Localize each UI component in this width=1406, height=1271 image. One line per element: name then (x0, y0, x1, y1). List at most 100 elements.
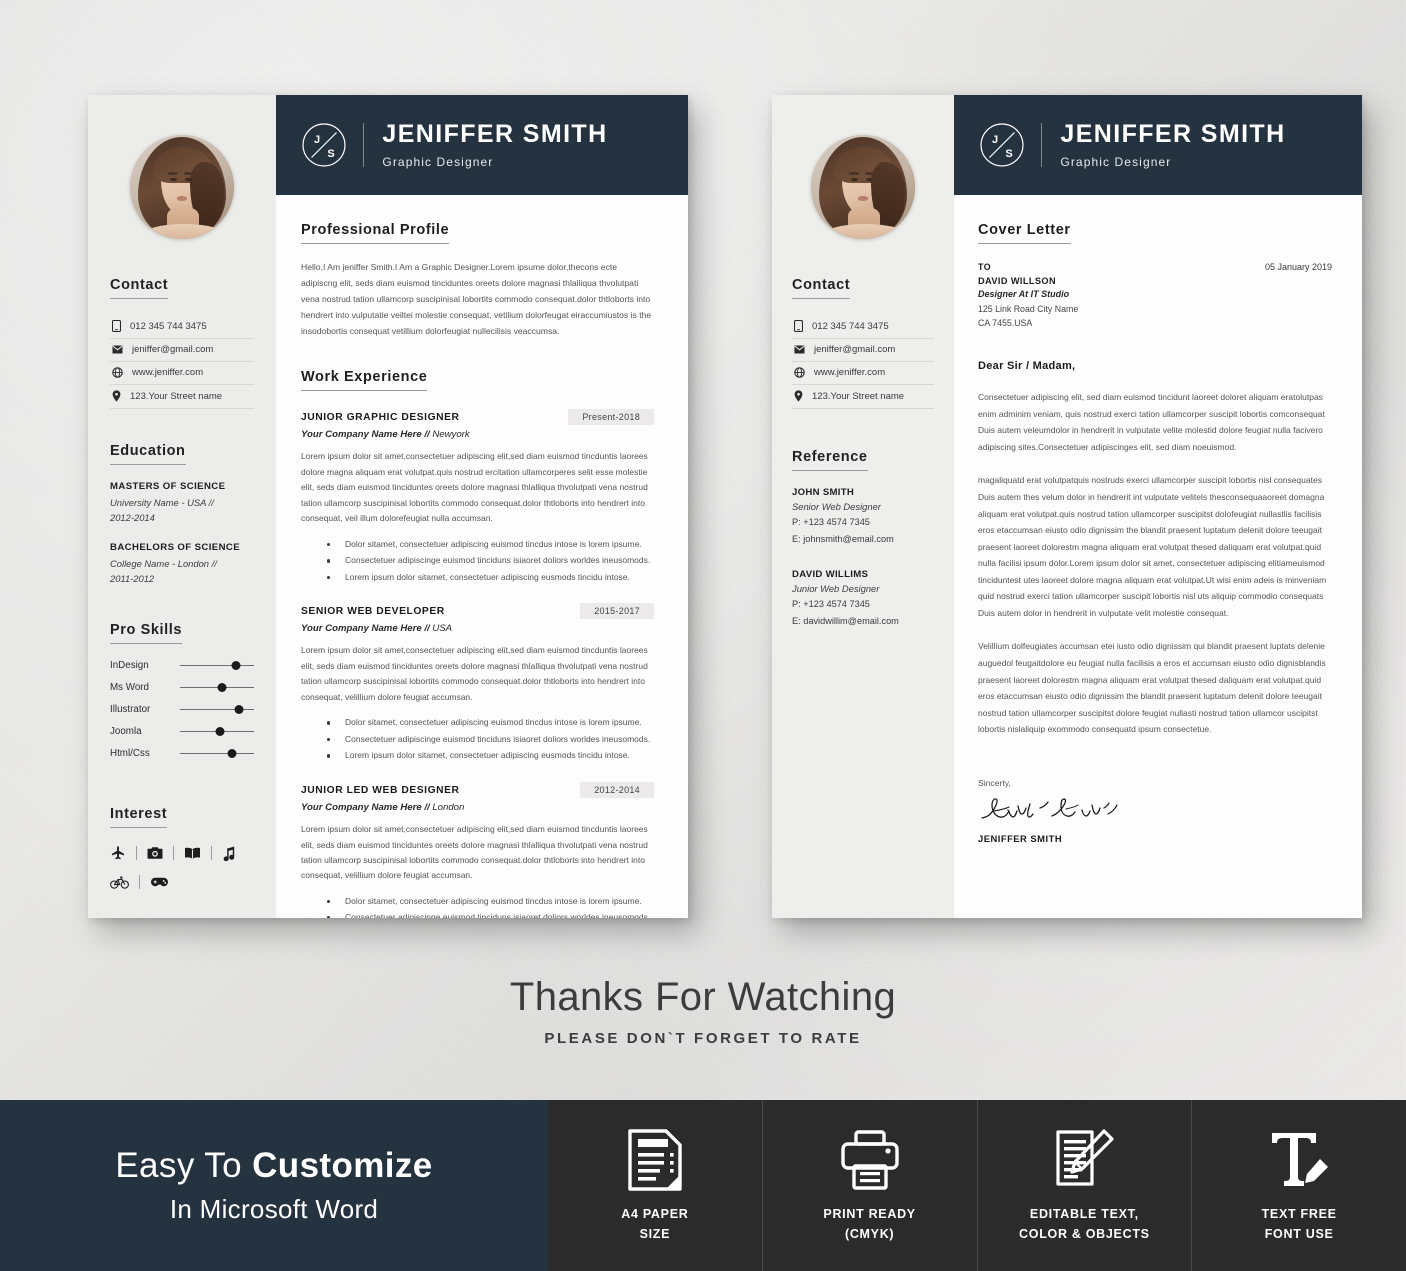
reference-phone: P: +123 4574 7345 (792, 598, 870, 609)
profile-text: Hello,I Am jeniffer Smith.I Am a Graphic… (301, 262, 652, 336)
job-bullet: Dolor sitamet, consectetuer adipiscing e… (327, 893, 654, 910)
contact-list: 012 345 744 3475 jeniffer@gmail.com www.… (792, 315, 934, 409)
letter-paragraph: magaliquatd erat volutpatquis nostruds e… (978, 475, 1327, 618)
contact-text-phone: 012 345 744 3475 (812, 320, 889, 332)
skill-slider[interactable] (180, 726, 254, 737)
monogram-logo-icon: J S (980, 123, 1024, 167)
work-section-heading: Work Experience (301, 369, 428, 392)
thanks-subtitle: PLEASE DON`T FORGET TO RATE (544, 1030, 862, 1047)
feature-editable-text: EDITABLE TEXT, COLOR & OBJECTS (978, 1100, 1193, 1271)
contact-row-email: jeniffer@gmail.com (110, 339, 254, 362)
cover-letter-page: Contact 012 345 744 3475 jeniffer@gmail.… (772, 95, 1362, 918)
airplane-icon (111, 846, 125, 860)
skills-heading: Pro Skills (110, 622, 183, 645)
education-item: BACHELORS OF SCIENCE College Name - Lond… (110, 541, 254, 587)
svg-text:J: J (992, 134, 998, 146)
reference-heading: Reference (792, 449, 868, 471)
text-free-font-icon (1272, 1132, 1329, 1186)
skill-label: Joomla (110, 726, 142, 738)
feature-label: EDITABLE TEXT, COLOR & OBJECTS (1019, 1206, 1150, 1241)
signer-name: JENIFFER SMITH (978, 832, 1063, 844)
education-item: MASTERS OF SCIENCE University Name - USA… (110, 480, 254, 526)
profile-photo-wrapper (772, 95, 954, 239)
svg-text:S: S (327, 148, 334, 160)
recipient-role: Designer At IT Studio (978, 289, 1070, 299)
education-degree: MASTERS OF SCIENCE (110, 481, 226, 492)
job-title: SENIOR WEB DEVELOPER (301, 605, 445, 617)
job-company: Your Company Name Here // London (301, 802, 465, 814)
handwritten-signature-icon (981, 798, 1118, 819)
monogram-logo-icon: J S (302, 123, 346, 167)
reference-list: JOHN SMITH Senior Web Designer P: +123 4… (792, 487, 934, 628)
contact-list: 012 345 744 3475 jeniffer@gmail.com www.… (110, 315, 254, 409)
contact-row-address: 123.Your Street name (110, 385, 254, 409)
feature-text-free-font: TEXT FREE FONT USE (1192, 1100, 1406, 1271)
globe-icon (112, 367, 123, 378)
thanks-block: Thanks For Watching PLEASE DON`T FORGET … (0, 975, 1406, 1047)
interest-heading: Interest (110, 806, 168, 829)
reference-item: JOHN SMITH Senior Web Designer P: +123 4… (792, 487, 934, 547)
music-note-icon (223, 846, 235, 861)
feature-cells: A4 PAPER SIZE PRINT READY (CMYK) EDITABL… (548, 1100, 1406, 1271)
envelope-icon (112, 345, 123, 354)
feature-label: A4 PAPER SIZE (621, 1206, 689, 1241)
camera-icon (147, 847, 163, 859)
contact-text-address: 123.Your Street name (130, 390, 223, 402)
job-title: JUNIOR GRAPHIC DESIGNER (301, 411, 460, 423)
svg-text:S: S (1005, 148, 1012, 160)
education-list: MASTERS OF SCIENCE University Name - USA… (110, 480, 254, 586)
feature-label: TEXT FREE FONT USE (1261, 1206, 1337, 1241)
skill-slider[interactable] (180, 682, 254, 693)
contact-row-address: 123.Your Street name (792, 385, 934, 409)
salutation: Dear Sir / Madam, (978, 360, 1076, 373)
contact-row-website: www.jeniffer.com (792, 362, 934, 385)
interest-icon-group (110, 845, 254, 890)
job-bullet: Dolor sitamet, consectetuer adipiscing e… (327, 536, 654, 553)
header-divider (363, 123, 365, 167)
cover-letter-header-bar: J S JENIFFER SMITH Graphic Designer (954, 95, 1362, 195)
job-description: Lorem ipsum dolor sit amet,consectetuer … (301, 824, 648, 881)
skill-row: Joomla (110, 726, 254, 737)
job-entry: JUNIOR LED WEB DESIGNER 2012-2014 Your C… (301, 782, 654, 918)
skill-slider[interactable] (180, 748, 254, 759)
letter-paragraph: Velillium dolfeugiates accumsan etei ius… (978, 641, 1326, 735)
feature-print-ready: PRINT READY (CMYK) (763, 1100, 978, 1271)
reference-email: E: davidwillim@email.com (792, 616, 899, 627)
profile-photo-wrapper (88, 95, 276, 239)
job-entry: SENIOR WEB DEVELOPER 2015-2017 Your Comp… (301, 603, 654, 764)
contact-heading: Contact (792, 277, 851, 299)
skill-label: Ms Word (110, 682, 150, 694)
letter-date: 05 January 2019 (1264, 262, 1332, 272)
reference-name: DAVID WILLIMS (792, 568, 869, 580)
job-bullet: Lorem ipsum dolor sitamet, consectetuer … (327, 747, 654, 764)
phone-icon (794, 320, 803, 332)
job-company: Your Company Name Here // Newyork (301, 429, 470, 441)
signoff: Sincerty, (978, 777, 1011, 788)
contact-text-email: jeniffer@gmail.com (132, 344, 214, 355)
resume-page: Contact 012 345 744 3475 jeniffer@gmail.… (88, 95, 688, 918)
skill-slider[interactable] (180, 704, 254, 715)
job-bullet: Consectetuer adipiscinge euismod tincidu… (327, 909, 654, 918)
reference-role: Junior Web Designer (792, 582, 880, 594)
printer-icon (840, 1129, 899, 1190)
page-title: JENIFFER SMITH (1060, 120, 1286, 149)
svg-text:J: J (314, 134, 320, 146)
contact-text-address: 123.Your Street name (812, 390, 905, 402)
education-heading: Education (110, 443, 186, 465)
job-company: Your Company Name Here // USA (301, 623, 453, 635)
job-date-badge: 2012-2014 (580, 782, 654, 799)
skill-row: InDesign (110, 660, 254, 671)
interest-row (110, 875, 254, 890)
contact-row-phone: 012 345 744 3475 (110, 315, 254, 339)
book-icon (185, 847, 200, 859)
skills-list: InDesign Ms Word Illustrator Joomla Html… (110, 660, 254, 759)
interest-row (110, 845, 254, 861)
reference-email: E: johnsmith@email.com (792, 534, 894, 545)
job-bullet: Dolor sitamet, consectetuer adipiscing e… (327, 714, 654, 731)
education-degree: BACHELORS OF SCIENCE (110, 541, 241, 553)
reference-item: DAVID WILLIMS Junior Web Designer P: +12… (792, 569, 934, 629)
job-bullet-list: Dolor sitamet, consectetuer adipiscing e… (301, 714, 654, 764)
skill-slider[interactable] (180, 660, 254, 671)
document-page-icon (628, 1128, 682, 1191)
recipient-address: 125 Link Road City Name CA 7455.USA (978, 304, 1079, 329)
